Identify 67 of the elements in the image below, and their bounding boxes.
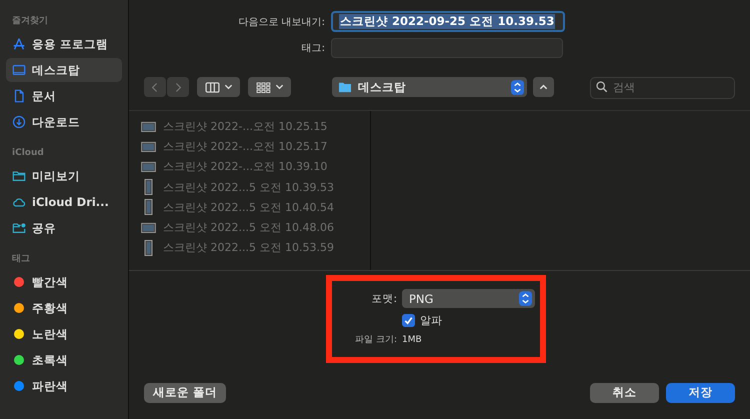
- stepper-icon: [511, 80, 524, 94]
- chevron-up-icon: [539, 84, 548, 90]
- file-size-value: 1MB: [402, 334, 422, 344]
- new-folder-button[interactable]: 새로운 폴더: [144, 382, 226, 402]
- sidebar-item-label: 다운로드: [32, 114, 80, 130]
- folder-icon: [338, 81, 352, 93]
- sidebar-item[interactable]: iCloud Dri...: [6, 190, 122, 214]
- folder-icon: [12, 169, 26, 183]
- export-name-field[interactable]: 스크린샷 2022-09-25 오전 10.39.53: [331, 11, 565, 32]
- desktop-icon: [12, 63, 26, 77]
- sidebar-item[interactable]: 미리보기: [6, 164, 122, 188]
- sidebar-item[interactable]: 파란색: [6, 374, 122, 398]
- columns-icon: [204, 82, 220, 92]
- search-field[interactable]: 검색: [590, 76, 735, 98]
- sidebar-item-label: 주황색: [32, 300, 68, 316]
- image-thumbnail-icon: [141, 222, 156, 234]
- sidebar-item[interactable]: 초록색: [6, 348, 122, 372]
- stepper-icon: [519, 291, 532, 306]
- image-thumbnail-icon: [141, 120, 156, 132]
- image-thumbnail-icon: [141, 161, 156, 172]
- sidebar-item-label: 문서: [32, 88, 56, 104]
- sidebar-item-label: 노란색: [32, 326, 68, 342]
- caret-icon: [274, 84, 284, 90]
- group-view-button[interactable]: [248, 77, 291, 97]
- save-button[interactable]: 저장: [666, 382, 735, 402]
- sidebar-item[interactable]: 주황색: [6, 296, 122, 320]
- sidebar-item[interactable]: 공유: [6, 216, 122, 240]
- sidebar-section-title: 태그: [12, 253, 31, 266]
- grid-icon: [256, 82, 270, 92]
- sidebar-item[interactable]: 노란색: [6, 322, 122, 346]
- back-button[interactable]: [144, 77, 166, 97]
- sidebar-item[interactable]: 데스크탑: [6, 58, 122, 82]
- chevron-left-icon: [151, 82, 159, 92]
- sidebar-item-label: 응용 프로그램: [32, 36, 108, 52]
- file-size-label: 파일 크기:: [354, 334, 397, 346]
- sidebar-item-label: 데스크탑: [32, 62, 80, 78]
- location-popup[interactable]: 데스크탑: [332, 77, 527, 97]
- document-icon: [12, 89, 26, 103]
- selected-filename: 스크린샷 2022-09-25 오전 10.39.53: [339, 14, 556, 29]
- sidebar-item-label: 공유: [32, 220, 56, 236]
- cancel-button[interactable]: 취소: [590, 382, 659, 402]
- export-as-label: 다음으로 내보내기:: [237, 16, 325, 28]
- sidebar-item-label: 미리보기: [32, 168, 80, 184]
- sidebar-item-label: iCloud Dri...: [32, 195, 109, 209]
- format-popup[interactable]: PNG: [402, 289, 535, 308]
- column-view-button[interactable]: [197, 77, 240, 97]
- expand-button[interactable]: [533, 77, 554, 97]
- sidebar-section-title: 즐겨찾기: [12, 15, 49, 28]
- tags-label: 태그:: [300, 42, 325, 55]
- alpha-checkbox[interactable]: 알파: [402, 313, 442, 328]
- sidebar-item[interactable]: 응용 프로그램: [6, 32, 122, 56]
- tags-field[interactable]: [331, 38, 563, 58]
- download-icon: [12, 115, 26, 129]
- sidebar-section-title: iCloud: [12, 147, 45, 160]
- caret-icon: [224, 84, 232, 90]
- sidebar-item-label: 파란색: [32, 378, 68, 394]
- format-label: 포맷:: [370, 292, 397, 306]
- shared-folder-icon: [12, 221, 26, 235]
- sidebar-item[interactable]: 다운로드: [6, 110, 122, 134]
- app-store-icon: [12, 37, 26, 51]
- forward-button[interactable]: [167, 77, 189, 97]
- sidebar-item-label: 빨간색: [32, 274, 68, 290]
- sidebar-item[interactable]: 빨간색: [6, 270, 122, 294]
- image-thumbnail-icon: [141, 140, 156, 152]
- sidebar-item-label: 초록색: [32, 352, 68, 368]
- sidebar-item[interactable]: 문서: [6, 84, 122, 108]
- chevron-right-icon: [174, 82, 182, 92]
